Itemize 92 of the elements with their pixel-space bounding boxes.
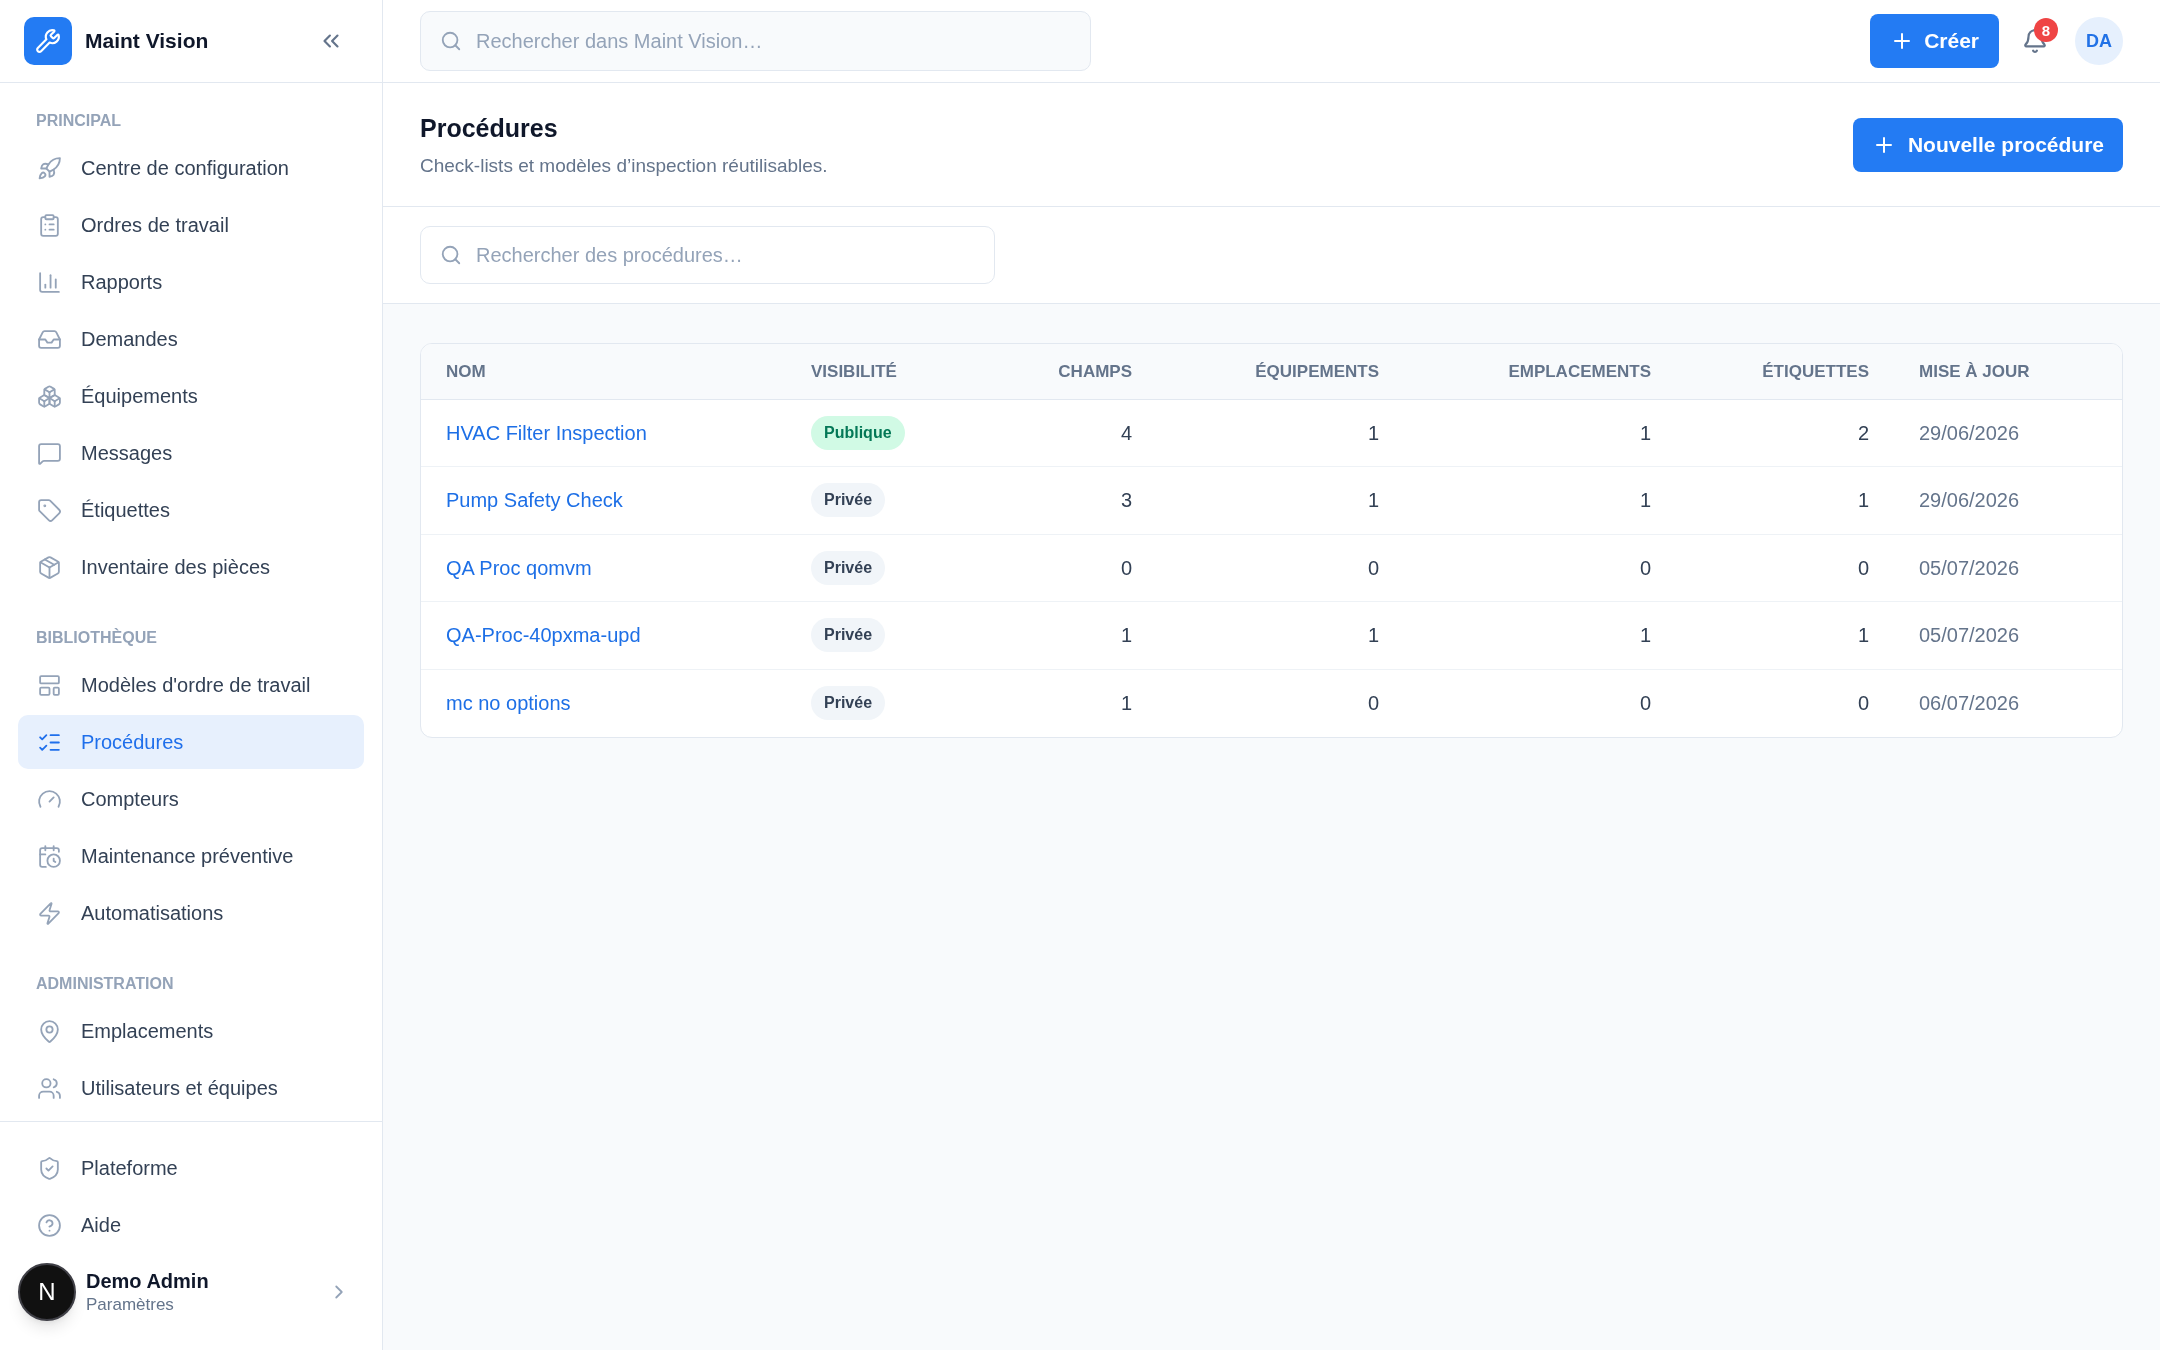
field-count: 1 <box>1120 692 1132 714</box>
column-header: NOM <box>446 361 486 381</box>
help-icon <box>37 1212 62 1238</box>
tag-count: 2 <box>1857 421 1869 444</box>
equipment-count: 0 <box>1367 556 1379 579</box>
create-button[interactable]: Créer <box>1870 14 1999 68</box>
layout-icon <box>37 672 62 698</box>
page-title: Procédures <box>420 113 559 144</box>
users-icon <box>37 1075 62 1101</box>
sidebar-item[interactable]: Étiquettes <box>18 483 364 537</box>
updated-date: 05/07/2026 <box>1919 556 2020 579</box>
user-avatar[interactable]: DA <box>2075 17 2123 65</box>
map-pin-icon <box>37 1018 62 1044</box>
sidebar-item[interactable]: Inventaire des pièces <box>18 540 364 594</box>
tag-count: 0 <box>1857 556 1869 579</box>
sidebar-item[interactable]: Centre de configuration <box>18 141 364 195</box>
procedure-link[interactable]: mc no options <box>446 692 571 714</box>
chat-bubble-icon <box>37 440 62 466</box>
clipboard-list-icon <box>37 212 62 238</box>
location-count: 0 <box>1639 692 1651 714</box>
location-count: 1 <box>1639 421 1651 444</box>
page-subtitle: Check-lists et modèles d’inspection réutilisables. <box>420 154 828 178</box>
user-name: Demo Admin <box>86 1269 210 1294</box>
field-count: 4 <box>1120 421 1132 444</box>
equipment-count: 1 <box>1367 624 1379 647</box>
procedure-link[interactable]: QA-Proc-40pxma-upd <box>446 624 641 647</box>
visibility-badge: Privée <box>811 686 886 720</box>
location-count: 0 <box>1639 556 1651 579</box>
notification-badge: 8 <box>2034 18 2058 42</box>
calendar-clock-icon <box>37 843 62 869</box>
sidebar-item[interactable]: Compteurs <box>18 772 364 826</box>
equipment-count: 0 <box>1367 692 1379 714</box>
column-header: ÉQUIPEMENTS <box>1255 361 1379 381</box>
new-procedure-button[interactable]: Nouvelle procédure <box>1852 117 2123 172</box>
tag-count: 0 <box>1857 692 1869 714</box>
column-header: ÉTIQUETTES <box>1762 361 1869 381</box>
sidebar-item[interactable]: Utilisateurs et équipes <box>18 1061 364 1115</box>
user-subtitle: Paramètres <box>86 1294 175 1316</box>
section-heading: BIBLIOTHÈQUE <box>35 627 158 648</box>
bell-icon[interactable] <box>2022 28 2048 54</box>
visibility-badge: Privée <box>811 550 886 585</box>
column-header: MISE À JOUR <box>1919 361 2030 381</box>
sidebar-item[interactable]: Rapports <box>18 255 364 309</box>
field-count: 1 <box>1120 624 1132 647</box>
sidebar-item[interactable]: Équipements <box>18 369 364 423</box>
visibility-badge: Privée <box>811 618 886 653</box>
sidebar-item[interactable]: Procédures <box>18 715 364 769</box>
rocket-icon <box>37 155 62 181</box>
sidebar-item[interactable]: Aide <box>18 1198 364 1252</box>
sidebar-item[interactable]: Plateforme <box>18 1141 364 1195</box>
updated-date: 29/06/2026 <box>1919 489 2020 512</box>
tag-icon <box>37 497 62 523</box>
updated-date: 05/07/2026 <box>1919 624 2020 647</box>
app-name: Maint Vision <box>85 28 210 55</box>
sidebar-item[interactable]: Emplacements <box>18 1004 364 1058</box>
sidebar-item[interactable]: Automatisations <box>18 886 364 940</box>
updated-date: 29/06/2026 <box>1919 421 2020 444</box>
search-field[interactable]: Rechercher dans Maint Vision… <box>420 11 1091 71</box>
section-heading: PRINCIPAL <box>35 111 123 131</box>
package-icon <box>37 554 62 580</box>
field-count: 0 <box>1120 556 1132 579</box>
bar-chart-icon <box>37 269 62 295</box>
search-icon <box>440 244 462 266</box>
wrench-icon <box>24 17 72 65</box>
procedure-link[interactable]: HVAC Filter Inspection <box>446 421 647 444</box>
location-count: 1 <box>1639 624 1651 647</box>
procedure-link[interactable]: Pump Safety Check <box>446 489 623 512</box>
section-heading: ADMINISTRATION <box>35 974 175 994</box>
sidebar-item[interactable]: Ordres de travail <box>18 198 364 252</box>
sidebar-item[interactable]: Demandes <box>18 312 364 366</box>
location-count: 1 <box>1639 489 1651 512</box>
sidebar-item[interactable]: Modèles d'ordre de travail <box>18 658 364 712</box>
field-count: 3 <box>1120 489 1132 512</box>
column-header: EMPLACEMENTS <box>1508 361 1651 381</box>
column-header: CHAMPS <box>1058 361 1132 381</box>
lightning-icon <box>37 900 62 926</box>
avatar[interactable]: N <box>18 1263 76 1321</box>
visibility-badge: Publique <box>811 415 905 450</box>
tag-count: 1 <box>1857 624 1869 647</box>
updated-date: 06/07/2026 <box>1919 692 2020 714</box>
column-header: VISIBILITÉ <box>811 361 897 381</box>
sidebar-item[interactable]: Maintenance préventive <box>18 829 364 883</box>
shield-check-icon <box>37 1155 62 1181</box>
visibility-badge: Privée <box>811 483 886 518</box>
equipment-count: 1 <box>1367 489 1379 512</box>
sidebar-item[interactable]: Messages <box>18 426 364 480</box>
boxes-icon <box>37 383 62 409</box>
equipment-count: 1 <box>1367 421 1379 444</box>
procedure-link[interactable]: QA Proc qomvm <box>446 556 592 579</box>
tag-count: 1 <box>1857 489 1869 512</box>
search-icon <box>440 30 462 52</box>
search-field[interactable]: Rechercher des procédures… <box>420 226 995 284</box>
